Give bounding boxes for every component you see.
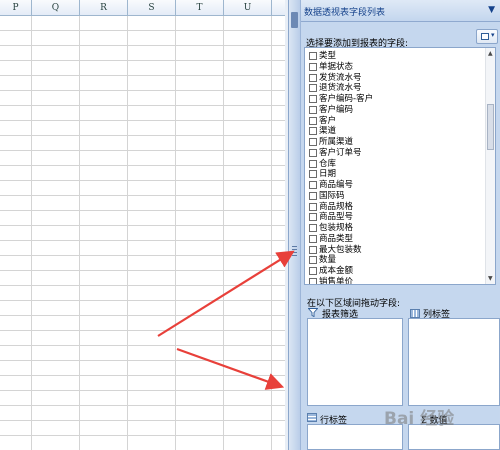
field-checkbox[interactable] (309, 245, 317, 254)
field-checkbox[interactable] (309, 95, 317, 103)
field-checkbox[interactable] (309, 234, 317, 243)
field-label: 商品规格 (319, 201, 354, 212)
spreadsheet[interactable]: P Q R S T U (0, 0, 288, 450)
field-checkbox[interactable] (309, 73, 317, 82)
field-item[interactable]: 商品编号 (305, 180, 485, 190)
field-label: 日期 (319, 169, 337, 180)
field-item[interactable]: 渠道 (305, 126, 485, 136)
field-item[interactable]: 商品型号 (305, 212, 485, 222)
field-checkbox[interactable] (309, 277, 317, 284)
field-item[interactable]: 发货流水号 (305, 73, 485, 83)
field-label: 商品类型 (319, 233, 354, 244)
column-labels-drop-area[interactable] (408, 318, 500, 406)
field-checkbox[interactable] (309, 202, 317, 211)
field-item[interactable]: 包装规格 (305, 223, 485, 233)
column-header-q[interactable]: Q (32, 0, 80, 16)
scroll-down-arrow-icon[interactable]: ▼ (488, 275, 493, 282)
field-item[interactable]: 单据状态 (305, 62, 485, 72)
field-checkbox[interactable] (309, 62, 317, 71)
field-item[interactable]: 仓库 (305, 159, 485, 169)
field-checkbox[interactable] (309, 224, 317, 232)
field-checkbox[interactable] (309, 84, 317, 93)
column-header-p[interactable]: P (0, 0, 32, 16)
column-labels-icon (410, 309, 420, 318)
report-filter-drop-area[interactable] (307, 318, 403, 406)
field-item[interactable]: 客户 (305, 116, 485, 126)
pane-title: 数据透视表字段列表 (304, 8, 386, 18)
field-layout-button[interactable]: ▾ (476, 29, 498, 44)
field-item[interactable]: 数量 (305, 255, 485, 265)
field-list: 类型 单据状态 发货流水号 退货流水号 客户编码-客户 客户编码 客户 渠道 所属渠道 客户订单号… (304, 47, 496, 285)
field-item[interactable]: 所属渠道 (305, 137, 485, 147)
scroll-up-arrow-icon[interactable]: ▲ (488, 50, 493, 57)
field-label: 仓库 (319, 158, 337, 169)
field-checkbox[interactable] (309, 159, 317, 168)
field-item[interactable]: 国际码 (305, 191, 485, 201)
field-label: 类型 (319, 51, 337, 61)
field-label: 客户订单号 (319, 147, 362, 158)
row-labels-icon (307, 413, 317, 422)
field-item[interactable]: 销售单价 (305, 276, 485, 285)
field-checkbox[interactable] (309, 181, 317, 189)
field-checkbox[interactable] (309, 116, 317, 125)
field-label: 客户编码-客户 (319, 94, 374, 104)
field-label: 退货流水号 (319, 83, 362, 94)
field-label: 客户编码 (319, 104, 354, 115)
scroll-thumb[interactable] (487, 104, 494, 150)
field-checkbox[interactable] (309, 191, 317, 200)
field-checkbox[interactable] (309, 256, 317, 265)
field-checkbox[interactable] (309, 138, 317, 146)
pane-resize-handle[interactable] (289, 0, 301, 450)
field-item[interactable]: 最大包装数 (305, 245, 485, 255)
field-item[interactable]: 类型 (305, 51, 485, 61)
filter-icon (308, 308, 318, 317)
field-item[interactable]: 成本金额 (305, 266, 485, 276)
field-label: 所属渠道 (319, 137, 354, 147)
field-label: 商品型号 (319, 212, 354, 223)
watermark: Bai 经验 (384, 409, 455, 429)
field-label: 发货流水号 (319, 72, 362, 83)
field-item[interactable]: 客户订单号 (305, 148, 485, 158)
pane-menu-chevron-icon[interactable]: ▼ (488, 5, 495, 15)
field-item[interactable]: 客户编码 (305, 105, 485, 115)
column-header-r[interactable]: R (80, 0, 128, 16)
field-item[interactable]: 日期 (305, 169, 485, 179)
field-label: 销售单价 (319, 276, 354, 285)
field-item[interactable]: 商品规格 (305, 202, 485, 212)
grip-icon (291, 12, 298, 28)
field-label: 成本金额 (319, 266, 354, 276)
field-label: 包装规格 (319, 223, 354, 233)
field-label: 渠道 (319, 126, 337, 137)
field-checkbox[interactable] (309, 52, 317, 60)
layout-icon (481, 33, 489, 40)
field-item[interactable]: 退货流水号 (305, 83, 485, 93)
field-list-scrollbar[interactable]: ▲ ▼ (485, 48, 495, 284)
pane-header: 数据透视表字段列表 ▼ (301, 0, 500, 22)
field-label: 单据状态 (319, 61, 354, 72)
field-label: 最大包装数 (319, 244, 362, 255)
cell-grid[interactable] (0, 16, 288, 450)
field-checkbox[interactable] (309, 213, 317, 222)
field-item[interactable]: 商品类型 (305, 234, 485, 244)
field-checkbox[interactable] (309, 105, 317, 114)
field-checkbox[interactable] (309, 267, 317, 275)
splitter-icon (292, 246, 297, 258)
field-checkbox[interactable] (309, 148, 317, 157)
field-item[interactable]: 客户编码-客户 (305, 94, 485, 104)
column-headers: P Q R S T U (0, 0, 288, 16)
chevron-down-icon: ▾ (491, 31, 495, 39)
column-header-s[interactable]: S (128, 0, 176, 16)
field-label: 国际码 (319, 190, 345, 201)
field-checkbox[interactable] (309, 170, 317, 179)
field-label: 数量 (319, 255, 337, 266)
field-checkbox[interactable] (309, 127, 317, 136)
column-header-t[interactable]: T (176, 0, 224, 16)
column-header-u[interactable]: U (224, 0, 272, 16)
field-label: 客户 (319, 115, 337, 126)
field-label: 商品编号 (319, 180, 354, 190)
